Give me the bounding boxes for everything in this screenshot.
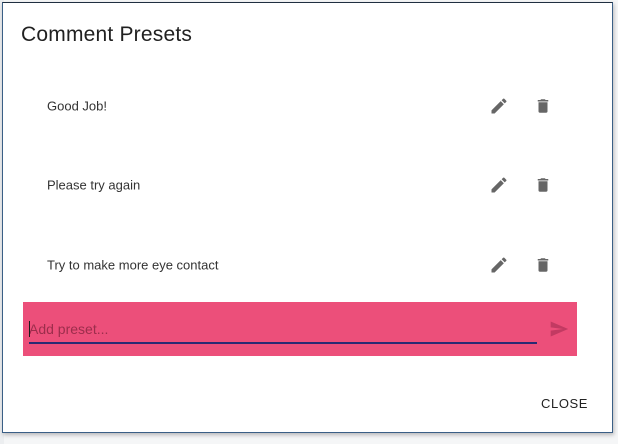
preset-item: Try to make more eye contact — [25, 245, 579, 285]
delete-preset-button[interactable] — [530, 252, 556, 278]
delete-preset-button[interactable] — [530, 172, 556, 198]
preset-label: Good Job! — [47, 98, 107, 114]
trash-icon — [537, 258, 549, 272]
send-icon — [550, 321, 569, 337]
add-preset-bar — [23, 302, 577, 356]
trash-icon — [537, 178, 549, 192]
text-caret — [29, 321, 30, 337]
comment-presets-dialog: Comment Presets Good Job! Please try aga… — [2, 2, 613, 433]
close-button[interactable]: CLOSE — [529, 392, 600, 415]
preset-label: Please try again — [47, 177, 141, 193]
dialog-title: Comment Presets — [21, 23, 193, 46]
preset-label: Try to make more eye contact — [47, 257, 219, 273]
delete-preset-button[interactable] — [530, 93, 556, 119]
pencil-icon — [491, 257, 507, 273]
send-button[interactable] — [547, 317, 571, 341]
edit-preset-button[interactable] — [486, 172, 512, 198]
pencil-icon — [491, 177, 507, 193]
add-preset-input[interactable] — [29, 316, 537, 344]
edit-preset-button[interactable] — [486, 252, 512, 278]
trash-icon — [537, 99, 549, 113]
preset-item: Please try again — [25, 165, 579, 205]
edit-preset-button[interactable] — [486, 93, 512, 119]
page: Comment Presets Good Job! Please try aga… — [0, 0, 618, 444]
pencil-icon — [491, 98, 507, 114]
preset-item: Good Job! — [25, 86, 579, 126]
